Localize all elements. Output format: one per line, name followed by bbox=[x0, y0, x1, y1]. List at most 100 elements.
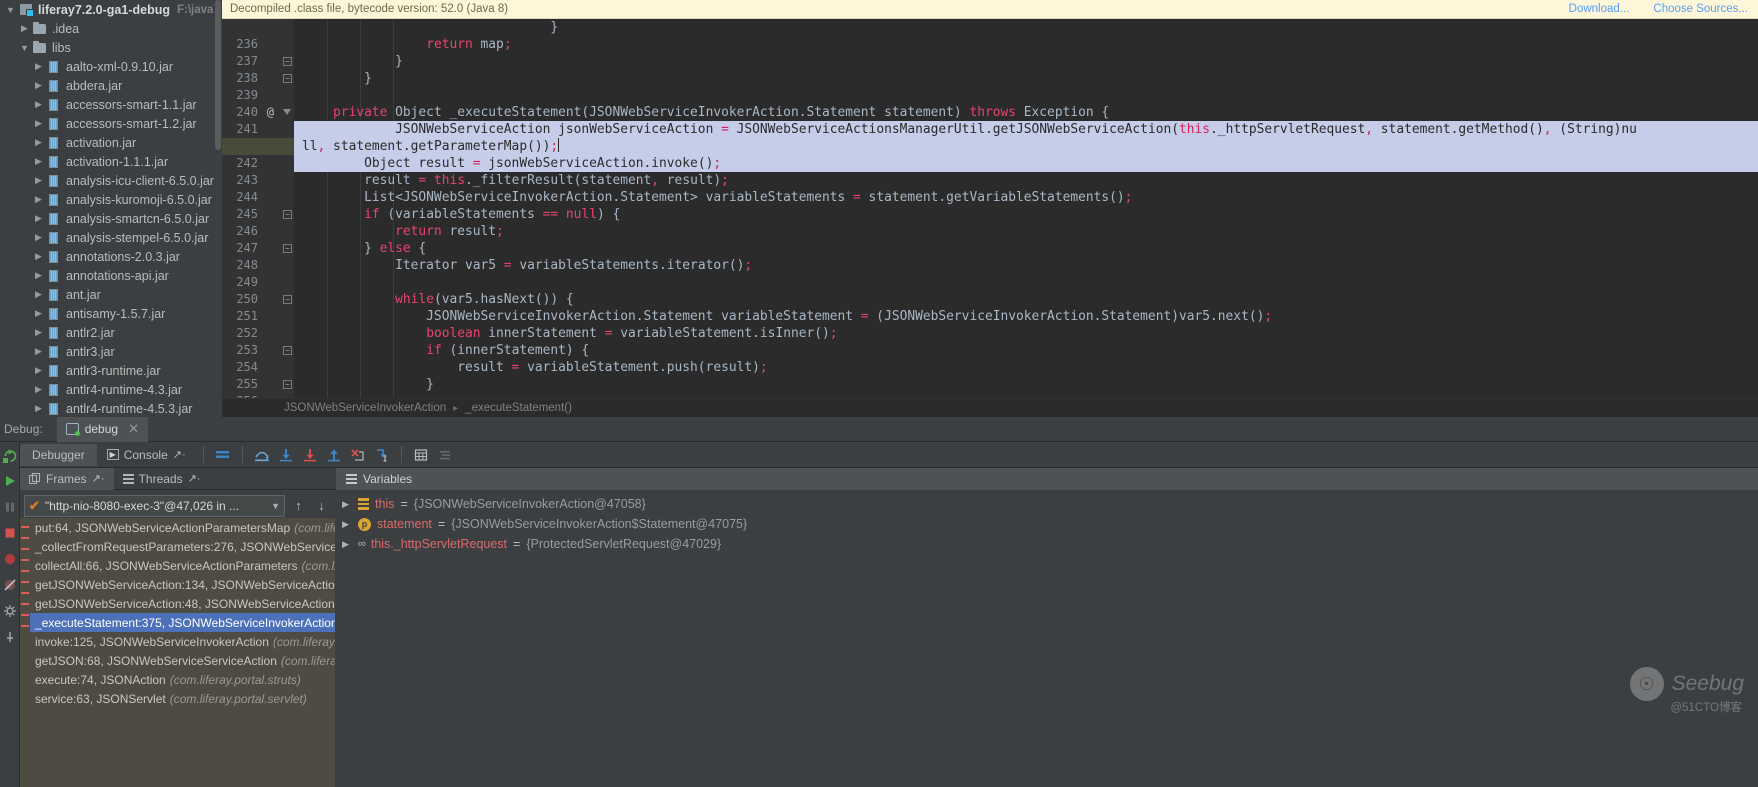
frame-list-item[interactable]: getJSONWebServiceAction:48, JSONWebServi… bbox=[30, 594, 335, 613]
chevron-right-icon[interactable] bbox=[32, 403, 45, 414]
code-line[interactable]: private Object _executeStatement(JSONWeb… bbox=[294, 104, 1758, 121]
code-line[interactable]: result = variableStatement.push(result); bbox=[294, 359, 1758, 376]
code-line[interactable]: Iterator var5 = variableStatements.itera… bbox=[294, 257, 1758, 274]
gutter-line[interactable]: 240 @ bbox=[222, 104, 294, 121]
variables-list[interactable]: ▶ this = {JSONWebServiceInvokerAction@47058… bbox=[336, 490, 1758, 787]
step-into-icon[interactable] bbox=[274, 444, 298, 466]
breadcrumb[interactable]: JSONWebServiceInvokerAction ▸ _executeSt… bbox=[222, 398, 1758, 417]
project-tree-node[interactable]: accessors-smart-1.2.jar bbox=[0, 114, 222, 133]
frame-down-button[interactable]: ↓ bbox=[312, 496, 331, 516]
gutter-line[interactable]: 245− bbox=[222, 206, 294, 223]
project-tree-node[interactable]: analysis-stempel-6.5.0.jar bbox=[0, 228, 222, 247]
code-editor[interactable]: 236 237−238−239 240 @241 242 243 244 245−246 247… bbox=[222, 19, 1758, 417]
chevron-right-icon[interactable] bbox=[32, 384, 45, 395]
chevron-right-icon[interactable] bbox=[32, 99, 45, 110]
evaluate-expression-icon[interactable] bbox=[409, 444, 433, 466]
stop-program-icon[interactable] bbox=[0, 520, 20, 546]
gutter-line[interactable]: 238− bbox=[222, 70, 294, 87]
project-tree-node[interactable]: activation-1.1.1.jar bbox=[0, 152, 222, 171]
download-link[interactable]: Download... bbox=[1569, 3, 1630, 15]
chevron-right-icon[interactable] bbox=[32, 289, 45, 300]
project-tree-node[interactable]: antlr4-runtime-4.3.jar bbox=[0, 380, 222, 399]
project-tool-window[interactable]: liferay7.2.0-ga1-debug F:\java\javap .id… bbox=[0, 0, 222, 462]
gutter-line[interactable]: 252 bbox=[222, 325, 294, 342]
variable-row[interactable]: ▶ this = {JSONWebServiceInvokerAction@47058… bbox=[336, 494, 1758, 514]
frame-list-item[interactable]: collectAll:66, JSONWebServiceActionParam… bbox=[30, 556, 335, 575]
chevron-right-icon[interactable] bbox=[32, 61, 45, 72]
project-tree-node[interactable]: abdera.jar bbox=[0, 76, 222, 95]
chevron-right-icon[interactable] bbox=[32, 137, 45, 148]
gutter-line[interactable]: 246 bbox=[222, 223, 294, 240]
project-tree-node[interactable]: annotations-api.jar bbox=[0, 266, 222, 285]
breadcrumb-method[interactable]: _executeStatement() bbox=[465, 402, 572, 414]
mute-breakpoints-icon[interactable] bbox=[433, 444, 457, 466]
code-line[interactable]: result = this._filterResult(statement, r… bbox=[294, 172, 1758, 189]
code-line[interactable]: JSONWebServiceInvokerAction.Statement va… bbox=[294, 308, 1758, 325]
scrollbar-thumb[interactable] bbox=[215, 0, 221, 150]
code-fold-icon[interactable]: − bbox=[283, 346, 292, 355]
code-line[interactable]: while(var5.hasNext()) { bbox=[294, 291, 1758, 308]
tab-threads[interactable]: Threads ↗· bbox=[114, 468, 210, 490]
gutter-line[interactable]: 244 bbox=[222, 189, 294, 206]
resume-program-icon[interactable] bbox=[0, 468, 20, 494]
chevron-right-icon[interactable]: ▶ bbox=[342, 519, 352, 530]
run-to-cursor-icon[interactable] bbox=[370, 444, 394, 466]
code-line[interactable]: } else { bbox=[294, 240, 1758, 257]
choose-sources-link[interactable]: Choose Sources... bbox=[1653, 3, 1748, 15]
frame-list-item[interactable]: getJSONWebServiceAction:134, JSONWebServ… bbox=[30, 575, 335, 594]
chevron-right-icon[interactable] bbox=[32, 365, 45, 376]
project-tree-node[interactable]: analysis-icu-client-6.5.0.jar bbox=[0, 171, 222, 190]
mute-breakpoints-side-icon[interactable] bbox=[0, 572, 20, 598]
variable-row[interactable]: ▶ ∞ this._httpServletRequest = {ProtectedSer… bbox=[336, 534, 1758, 554]
frame-list-item[interactable]: service:63, JSONServlet (com.liferay.port… bbox=[30, 689, 335, 708]
code-line[interactable]: List<JSONWebServiceInvokerAction.Stateme… bbox=[294, 189, 1758, 206]
code-line[interactable] bbox=[294, 274, 1758, 291]
project-tree-node[interactable]: analysis-kuromoji-6.5.0.jar bbox=[0, 190, 222, 209]
gutter-line[interactable]: 251 bbox=[222, 308, 294, 325]
debug-side-strip[interactable] bbox=[0, 442, 20, 787]
force-step-into-icon[interactable] bbox=[298, 444, 322, 466]
pin-icon[interactable]: ↗· bbox=[92, 472, 105, 485]
gutter-line[interactable]: 242 bbox=[222, 155, 294, 172]
frame-list-item[interactable]: put:64, JSONWebServiceActionParametersMa… bbox=[30, 518, 335, 537]
debug-toolbar[interactable]: Debugger ▶ Console ↗· bbox=[0, 442, 1758, 468]
drop-frame-icon[interactable] bbox=[346, 444, 370, 466]
chevron-right-icon[interactable] bbox=[32, 232, 45, 243]
pin-icon[interactable]: ↗· bbox=[173, 448, 186, 461]
rerun-icon[interactable] bbox=[0, 442, 20, 468]
project-tree-node[interactable]: accessors-smart-1.1.jar bbox=[0, 95, 222, 114]
project-tree-node[interactable]: aalto-xml-0.9.10.jar bbox=[0, 57, 222, 76]
view-breakpoints-icon[interactable] bbox=[0, 546, 20, 572]
code-fold-icon[interactable]: − bbox=[283, 380, 292, 389]
gutter-line[interactable]: 237− bbox=[222, 53, 294, 70]
gutter-line[interactable]: 255− bbox=[222, 376, 294, 393]
gutter-line[interactable]: 254 bbox=[222, 359, 294, 376]
code-line[interactable]: } bbox=[294, 19, 1758, 36]
code-line[interactable] bbox=[294, 87, 1758, 104]
project-tree-node[interactable]: antlr3-runtime.jar bbox=[0, 361, 222, 380]
variable-row[interactable]: ▶ p statement = {JSONWebServiceInvokerAction… bbox=[336, 514, 1758, 534]
tab-console[interactable]: ▶ Console ↗· bbox=[97, 444, 196, 466]
gutter-line[interactable]: 243 bbox=[222, 172, 294, 189]
code-fold-icon[interactable]: − bbox=[283, 295, 292, 304]
pin-icon[interactable]: ↗· bbox=[188, 472, 201, 485]
pause-program-icon[interactable] bbox=[0, 494, 20, 520]
code-line[interactable]: return map; bbox=[294, 36, 1758, 53]
step-over-icon[interactable] bbox=[250, 444, 274, 466]
code-line[interactable]: JSONWebServiceAction jsonWebServiceActio… bbox=[294, 121, 1758, 138]
code-line-wrap[interactable]: ll, statement.getParameterMap()); bbox=[294, 138, 1758, 155]
project-scrollbar[interactable] bbox=[214, 0, 222, 462]
frame-list-item[interactable]: _executeStatement:375, JSONWebServiceInv… bbox=[30, 613, 335, 632]
gutter-line[interactable]: 250− bbox=[222, 291, 294, 308]
chevron-down-icon[interactable] bbox=[18, 43, 31, 53]
frame-list-item[interactable]: getJSON:68, JSONWebServiceServiceAction(… bbox=[30, 651, 335, 670]
project-tree-node[interactable]: annotations-2.0.3.jar bbox=[0, 247, 222, 266]
project-tree-node[interactable]: antlr3.jar bbox=[0, 342, 222, 361]
project-tree-node[interactable]: activation.jar bbox=[0, 133, 222, 152]
chevron-right-icon[interactable] bbox=[32, 156, 45, 167]
frame-list-item[interactable]: execute:74, JSONAction (com.liferay.porta… bbox=[30, 670, 335, 689]
code-line[interactable]: if (variableStatements == null) { bbox=[294, 206, 1758, 223]
frame-list-item[interactable]: invoke:125, JSONWebServiceInvokerAction(… bbox=[30, 632, 335, 651]
code-line[interactable]: } bbox=[294, 53, 1758, 70]
gutter-line[interactable]: 236 bbox=[222, 36, 294, 53]
